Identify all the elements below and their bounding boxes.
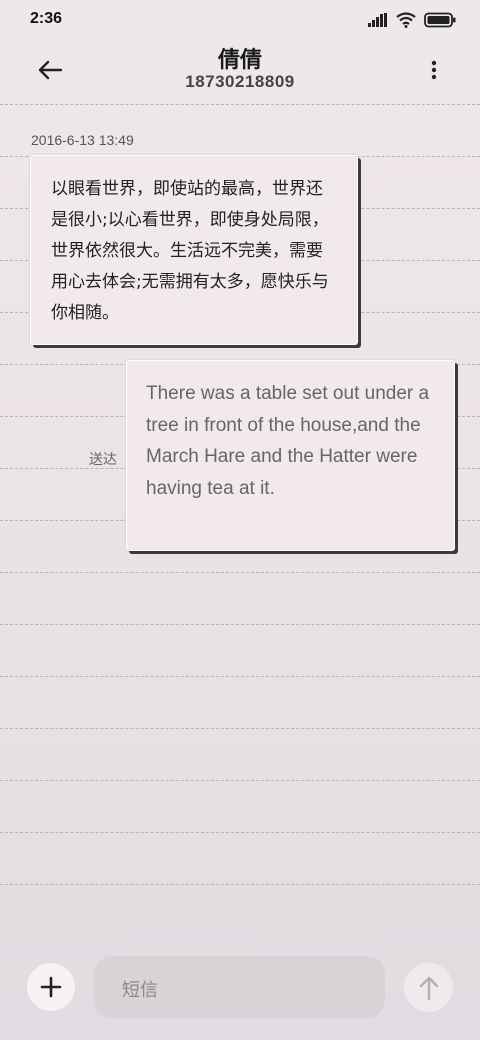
arrow-up-icon xyxy=(419,976,438,1000)
wifi-icon xyxy=(396,12,416,28)
outgoing-message-bubble[interactable]: There was a table set out under a tree i… xyxy=(126,360,455,551)
contact-phone-number: 18730218809 xyxy=(185,72,295,91)
status-bar: 2:36 xyxy=(0,0,480,40)
send-button[interactable] xyxy=(404,963,453,1012)
delivery-status: 送达 xyxy=(89,452,117,468)
add-attachment-button[interactable] xyxy=(27,963,75,1011)
conversation-header: 倩倩 18730218809 xyxy=(0,40,480,104)
more-options-button[interactable] xyxy=(422,56,446,84)
message-timestamp: 2016-6-13 13:49 xyxy=(31,132,134,148)
plus-icon xyxy=(40,976,62,998)
incoming-message-bubble[interactable]: 以眼看世界，即使站的最高，世界还是很小;以心看世界，即使身处局限，世界依然很大。… xyxy=(30,155,358,345)
signal-icon xyxy=(368,13,387,27)
message-text: 以眼看世界，即使站的最高，世界还是很小;以心看世界，即使身处局限，世界依然很大。… xyxy=(51,179,329,323)
battery-icon xyxy=(424,12,456,28)
message-input-placeholder: 短信 xyxy=(122,980,158,1001)
message-text: There was a table set out under a tree i… xyxy=(146,383,430,499)
more-vertical-icon xyxy=(431,60,437,80)
status-icons xyxy=(368,11,456,29)
message-input[interactable]: 短信 xyxy=(94,956,385,1018)
status-time: 2:36 xyxy=(30,10,63,27)
contact-name: 倩倩 xyxy=(217,48,262,73)
